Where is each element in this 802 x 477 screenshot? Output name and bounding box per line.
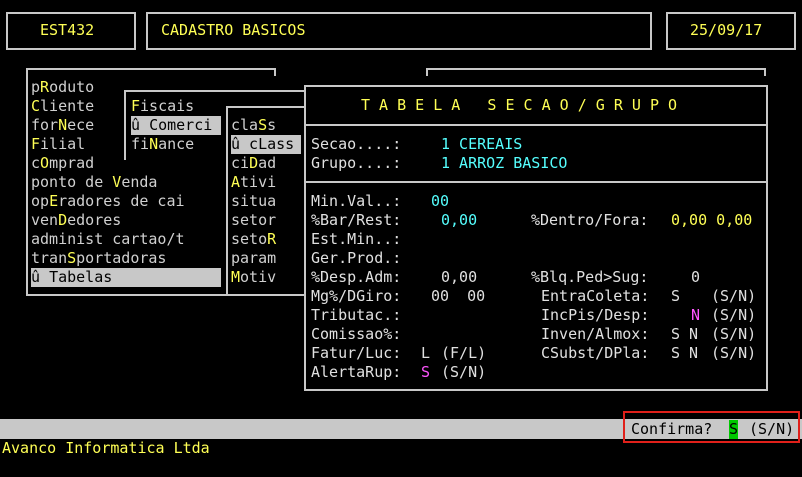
blqped-field[interactable]: 0 (691, 268, 700, 287)
grupo-label: Grupo....: (311, 154, 402, 172)
confirm-options: (S/N) (749, 420, 795, 438)
mgdgiro-field[interactable]: 00 00 (431, 287, 485, 306)
alerta-field[interactable]: S (421, 363, 430, 382)
entracoleta-field[interactable]: S (671, 287, 680, 306)
alerta-options: (S/N) (441, 363, 487, 381)
background-window-border (426, 68, 766, 70)
barrest-field[interactable]: 0,00 (441, 211, 477, 230)
submenu-comercial-item[interactable]: ciDad (231, 154, 301, 173)
incpis-options: (S/N) (711, 306, 757, 324)
entracoleta-options: (S/N) (711, 287, 757, 305)
dentro-fora-label: %Dentro/Fora: (531, 211, 649, 229)
submenu-comercial-item[interactable]: setor (231, 211, 301, 230)
minval-label: Min.Val..: (311, 192, 402, 210)
submenu-tabelas-item[interactable]: û Comerci (131, 116, 221, 135)
main-menu-item[interactable]: û Tabelas (31, 268, 221, 287)
submenu-comercial-item[interactable]: û cLass (231, 135, 301, 154)
despadm-label: %Desp.Adm: (311, 268, 402, 286)
dialog-title-separator (306, 124, 766, 126)
blqped-label: %Blq.Ped>Sug: (531, 268, 649, 286)
minval-field[interactable]: 00 (431, 192, 449, 211)
dialog-key-separator (306, 181, 766, 183)
alerta-label: AlertaRup: (311, 363, 402, 381)
submenu-comercial-item[interactable]: claSs (231, 116, 301, 135)
submenu-comercial-item[interactable]: param (231, 249, 301, 268)
submenu-comercial-item[interactable]: Ativi (231, 173, 301, 192)
inven-field[interactable]: S N (671, 325, 698, 344)
barrest-label: %Bar/Rest: (311, 211, 402, 229)
faturluc-label: Fatur/Luc: (311, 344, 402, 362)
inven-options: (S/N) (711, 325, 757, 343)
menu1-right-tick (274, 68, 276, 76)
program-code: EST432 (40, 21, 95, 39)
submenu-comercial-item[interactable]: Motiv (231, 268, 301, 287)
screen-title: CADASTRO BASICOS (161, 21, 306, 39)
submenu-comercial-item[interactable]: situa (231, 192, 301, 211)
entracoleta-label: EntraColeta: (541, 287, 650, 305)
submenu-tabelas-item[interactable]: fiNance (131, 135, 221, 154)
main-menu-item[interactable]: venDedores (31, 211, 221, 230)
despadm-field[interactable]: 0,00 (441, 268, 477, 287)
csubst-field[interactable]: S N (671, 344, 698, 363)
faturluc-options: (F/L) (441, 344, 487, 362)
menu1-bottom-border (26, 294, 226, 296)
submenu-tabelas-item[interactable]: Fiscais (131, 97, 221, 116)
faturluc-field[interactable]: L (421, 344, 430, 363)
incpis-label: IncPis/Desp: (541, 306, 650, 324)
secao-label: Secao....: (311, 135, 402, 153)
comissao-label: Comissao%: (311, 325, 402, 343)
submenu-comercial-item[interactable]: setoR (231, 230, 301, 249)
mgdgiro-label: Mg%/DGiro: (311, 287, 402, 305)
tributac-label: Tributac.: (311, 306, 402, 324)
dialog-title: T A B E L A S E C A O / G R U P O (361, 96, 678, 114)
main-menu-item[interactable]: tranSportadoras (31, 249, 221, 268)
date: 25/09/17 (690, 21, 763, 39)
main-menu-item[interactable]: administ cartao/t (31, 230, 221, 249)
main-menu-item[interactable]: opEradores de cai (31, 192, 221, 211)
csubst-options: (S/N) (711, 344, 757, 362)
csubst-label: CSubst/DPla: (541, 344, 650, 362)
gerprod-label: Ger.Prod.: (311, 249, 402, 267)
confirm-prompt: Confirma? (631, 420, 713, 438)
inven-label: Inven/Almox: (541, 325, 650, 343)
estmin-label: Est.Min..: (311, 230, 402, 248)
background-window-tick-right (764, 68, 766, 76)
dentro-fora-field[interactable]: 0,00 0,00 (671, 211, 752, 230)
menu1-left-border (26, 68, 28, 296)
main-menu-item[interactable]: ponto de Venda (31, 173, 221, 192)
confirm-answer-input[interactable]: S (729, 420, 739, 439)
grupo-value[interactable]: 1 ARROZ BASICO (441, 154, 567, 173)
menu1-top-border (26, 68, 276, 70)
background-window-tick-left (426, 68, 428, 76)
incpis-field[interactable]: N (691, 306, 700, 325)
secao-value[interactable]: 1 CEREAIS (441, 135, 522, 154)
footer-company: Avanco Informatica Ltda (2, 439, 210, 457)
